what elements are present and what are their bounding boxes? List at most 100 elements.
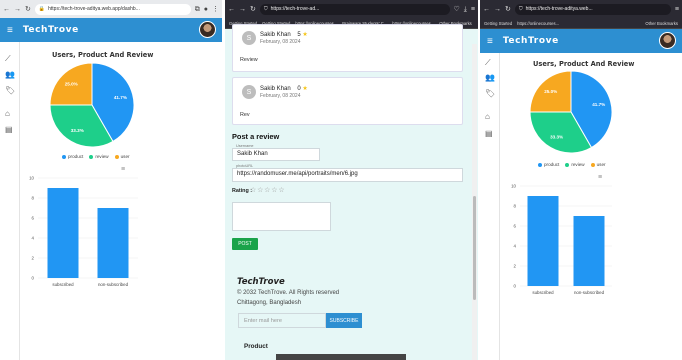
scrollbar[interactable] bbox=[472, 44, 477, 360]
reviewer-avatar: S bbox=[242, 85, 256, 99]
legend-item-user[interactable]: user bbox=[114, 154, 130, 159]
back-icon[interactable]: ← bbox=[228, 6, 235, 13]
legend-item-review[interactable]: review bbox=[565, 162, 585, 167]
analytics-icon[interactable]: ⟋ bbox=[485, 58, 491, 68]
rating-stars[interactable]: ☆☆☆☆☆ bbox=[250, 186, 285, 194]
shield-icon: ⛉ bbox=[263, 6, 268, 12]
review-body: Review bbox=[240, 57, 258, 63]
footer-location: Chittagong, Bangladesh bbox=[237, 300, 302, 306]
post-button[interactable]: POST bbox=[232, 238, 258, 250]
pie-slice-label: 33.3% bbox=[550, 134, 563, 139]
footer-product-heading: Product bbox=[244, 343, 268, 350]
browser-toolbar: ← → ↻ 🔒 https://tech-trove-aditya.web.ap… bbox=[0, 0, 222, 18]
pie-slice-label: 33.3% bbox=[71, 128, 84, 133]
bookmark-item[interactable]: Other Bookmarks bbox=[645, 21, 678, 26]
forward-icon[interactable]: → bbox=[239, 6, 246, 13]
y-tick-label: 0 bbox=[514, 284, 517, 289]
bar-non-subscribed[interactable] bbox=[573, 216, 605, 286]
bookmark-item[interactable]: Getting Started bbox=[484, 21, 512, 26]
y-tick-label: 10 bbox=[511, 184, 516, 189]
x-tick-label: subscribed bbox=[52, 282, 74, 287]
y-tick-label: 6 bbox=[32, 216, 35, 221]
home-icon[interactable]: ⌂ bbox=[5, 109, 10, 118]
y-tick-label: 4 bbox=[32, 236, 35, 241]
profile-icon[interactable]: ● bbox=[204, 6, 208, 13]
review-date: February, 08 2024 bbox=[260, 39, 301, 45]
browser-toolbar: ← → ↻ ⛉ https://tech-trove-aditya.web...… bbox=[480, 0, 682, 18]
brand-logo[interactable]: TechTrove bbox=[503, 36, 559, 46]
subscribe-button[interactable]: SUBSCRIBE bbox=[326, 313, 362, 328]
pie-slice-label: 41.7% bbox=[592, 102, 605, 107]
reload-icon[interactable]: ↻ bbox=[250, 6, 256, 13]
more-icon[interactable]: ≡ bbox=[471, 6, 475, 13]
x-tick-label: subscribed bbox=[532, 290, 554, 295]
post-review-heading: Post a review bbox=[232, 132, 280, 141]
reload-icon[interactable]: ↻ bbox=[25, 6, 31, 13]
url-text: https://tech-trove-aditya.web.app/dashb.… bbox=[48, 6, 140, 12]
browser-window-right: ← → ↻ ⛉ https://tech-trove-aditya.web...… bbox=[480, 0, 682, 360]
footer-brand: TechTrove bbox=[237, 277, 285, 287]
more-icon[interactable]: ⋮ bbox=[212, 6, 219, 13]
review-card: S Sakib Khan 0 ★ February, 08 2024 Rev bbox=[232, 77, 463, 125]
users-icon[interactable]: 👥 bbox=[5, 70, 15, 79]
footer-copyright: © 2032 TechTrove. All Rights reserved bbox=[237, 290, 340, 296]
email-field[interactable]: Enter mail here bbox=[238, 313, 326, 328]
bar-chart: 0 2 4 6 8 10 subscribed non-subscribed bbox=[29, 176, 138, 287]
reload-icon[interactable]: ↻ bbox=[505, 6, 511, 13]
tag-icon[interactable]: 🏷 bbox=[485, 89, 495, 98]
home-icon[interactable]: ⌂ bbox=[485, 112, 490, 121]
user-avatar[interactable] bbox=[659, 32, 676, 49]
bar-non-subscribed[interactable] bbox=[97, 208, 129, 278]
address-bar[interactable]: ⛉ https://tech-trove-aditya.web... bbox=[514, 3, 671, 15]
address-bar[interactable]: 🔒 https://tech-trove-aditya.web.app/dash… bbox=[34, 3, 191, 15]
legend-item-product[interactable]: product bbox=[538, 162, 559, 167]
browser-toolbar: ← → ↻ ⛉ https://tech-trove-ad... ♡ ⤓ ≡ bbox=[225, 0, 478, 18]
more-icon[interactable]: ≡ bbox=[675, 6, 679, 13]
side-rail: ⟋ 👥 🏷 ⌂ ▤ bbox=[0, 42, 20, 360]
photo-url-field[interactable]: https://randomuser.me/api/portraits/men/… bbox=[232, 168, 463, 182]
download-icon[interactable]: ⤓ bbox=[464, 6, 467, 13]
archive-icon[interactable]: ▤ bbox=[5, 125, 13, 134]
username-field[interactable]: Sakib Khan bbox=[232, 148, 320, 161]
app-header: ≡ TechTrove bbox=[480, 29, 682, 53]
x-tick-label: non-subscribed bbox=[574, 290, 605, 295]
y-tick-label: 4 bbox=[514, 244, 517, 249]
lock-icon: 🔒 bbox=[38, 6, 46, 12]
y-tick-label: 2 bbox=[514, 264, 517, 269]
legend-item-review[interactable]: review bbox=[89, 154, 109, 159]
star-icon: ★ bbox=[300, 86, 308, 92]
scrollbar-thumb[interactable] bbox=[473, 196, 476, 300]
user-avatar[interactable] bbox=[199, 21, 216, 38]
review-textarea[interactable] bbox=[232, 202, 331, 231]
archive-icon[interactable]: ▤ bbox=[485, 129, 493, 138]
analytics-icon[interactable]: ⟋ bbox=[5, 54, 11, 64]
bar-subscribed[interactable] bbox=[47, 188, 79, 278]
pie-chart: 41.7% 33.3% 25.0% bbox=[49, 62, 135, 148]
pie-chart-title: Users, Product And Review bbox=[533, 59, 635, 68]
side-rail: ⟋ 👥 🏷 ⌂ ▤ bbox=[480, 53, 500, 360]
back-icon[interactable]: ← bbox=[483, 6, 490, 13]
bar-chart: 0 2 4 6 8 10 subscribed non-subscribed bbox=[511, 184, 612, 295]
extensions-icon[interactable]: ⧉ bbox=[195, 6, 200, 13]
forward-icon[interactable]: → bbox=[494, 6, 501, 13]
legend-item-product[interactable]: product bbox=[62, 154, 83, 159]
bookmark-item[interactable]: https://onlinecourses... bbox=[517, 21, 559, 26]
review-card: S Sakib Khan 5 ★ February, 08 2024 Revie… bbox=[232, 24, 463, 72]
review-body: Rev bbox=[240, 112, 250, 118]
address-bar[interactable]: ⛉ https://tech-trove-ad... bbox=[259, 3, 450, 15]
hamburger-menu-icon[interactable]: ≡ bbox=[7, 25, 13, 36]
hamburger-menu-icon[interactable]: ≡ bbox=[487, 36, 493, 47]
x-tick-label: non-subscribed bbox=[98, 282, 129, 287]
users-icon[interactable]: 👥 bbox=[485, 73, 495, 82]
pocket-icon[interactable]: ♡ bbox=[454, 6, 460, 13]
review-date: February, 08 2024 bbox=[260, 93, 301, 99]
star-icon: ★ bbox=[300, 32, 308, 38]
legend-item-user[interactable]: user bbox=[590, 162, 606, 167]
pie-slice-label: 25.0% bbox=[65, 82, 78, 87]
url-text: https://tech-trove-aditya.web... bbox=[525, 6, 593, 12]
tag-icon[interactable]: 🏷 bbox=[5, 86, 15, 95]
bar-subscribed[interactable] bbox=[527, 196, 559, 286]
forward-icon[interactable]: → bbox=[14, 6, 21, 13]
brand-logo[interactable]: TechTrove bbox=[23, 25, 79, 35]
back-icon[interactable]: ← bbox=[3, 6, 10, 13]
